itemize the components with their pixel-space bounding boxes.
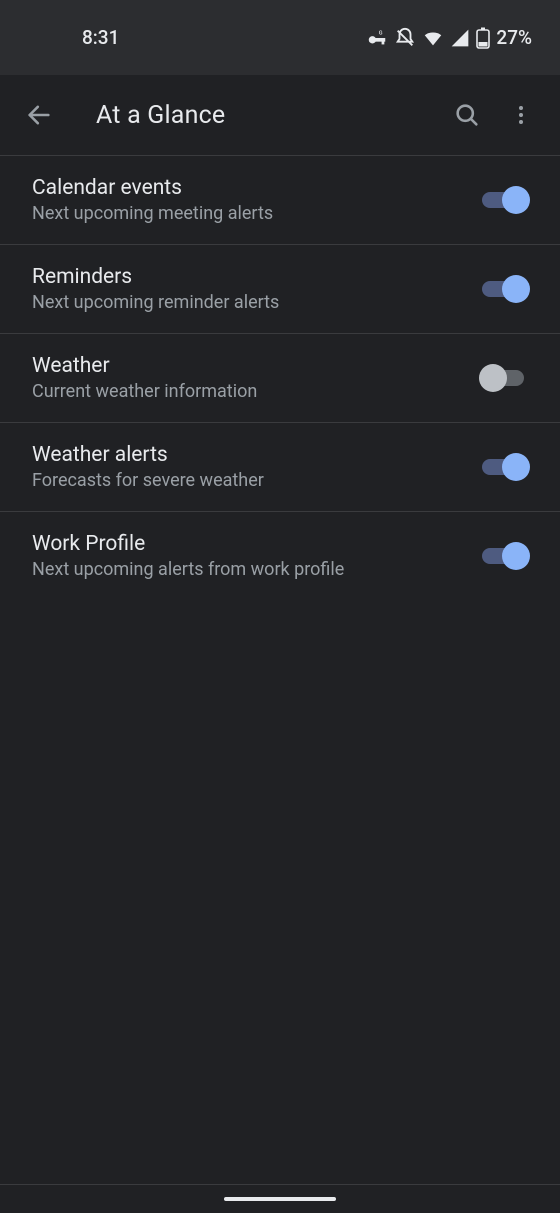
nav-handle-icon — [224, 1197, 336, 1201]
search-button[interactable] — [440, 88, 494, 142]
setting-subtitle: Forecasts for severe weather — [32, 470, 466, 491]
setting-row-weather[interactable]: Weather Current weather information — [0, 334, 560, 422]
app-bar: At a Glance — [0, 75, 560, 155]
switch-reminders[interactable] — [482, 275, 530, 303]
cell-signal-icon — [450, 28, 470, 48]
back-button[interactable] — [12, 88, 66, 142]
switch-calendar[interactable] — [482, 186, 530, 214]
setting-row-work-profile[interactable]: Work Profile Next upcoming alerts from w… — [0, 512, 560, 600]
setting-title: Reminders — [32, 265, 466, 289]
status-right: G 27% — [366, 26, 532, 49]
switch-weather-alerts[interactable] — [482, 453, 530, 481]
setting-title: Weather — [32, 354, 466, 378]
status-time: 8:31 — [82, 26, 119, 49]
wifi-icon — [422, 27, 444, 49]
setting-title: Weather alerts — [32, 443, 466, 467]
setting-text: Reminders Next upcoming reminder alerts — [32, 265, 482, 313]
setting-text: Weather alerts Forecasts for severe weat… — [32, 443, 482, 491]
svg-text:G: G — [379, 30, 383, 36]
vpn-key-icon: G — [366, 27, 388, 49]
setting-subtitle: Current weather information — [32, 381, 466, 402]
switch-weather[interactable] — [482, 364, 530, 392]
setting-row-reminders[interactable]: Reminders Next upcoming reminder alerts — [0, 245, 560, 333]
overflow-menu-button[interactable] — [494, 88, 548, 142]
status-bar: 8:31 G 27% — [0, 0, 560, 75]
setting-subtitle: Next upcoming reminder alerts — [32, 292, 466, 313]
nav-bar[interactable] — [0, 1185, 560, 1213]
setting-row-weather-alerts[interactable]: Weather alerts Forecasts for severe weat… — [0, 423, 560, 511]
setting-subtitle: Next upcoming alerts from work profile — [32, 559, 466, 580]
switch-work-profile[interactable] — [482, 542, 530, 570]
page-title: At a Glance — [96, 101, 440, 130]
arrow-back-icon — [25, 101, 53, 129]
setting-row-calendar[interactable]: Calendar events Next upcoming meeting al… — [0, 156, 560, 244]
setting-title: Work Profile — [32, 532, 466, 556]
dnd-off-icon — [394, 27, 416, 49]
search-icon — [453, 101, 481, 129]
setting-text: Calendar events Next upcoming meeting al… — [32, 176, 482, 224]
status-battery-pct: 27% — [496, 26, 532, 49]
setting-text: Weather Current weather information — [32, 354, 482, 402]
setting-title: Calendar events — [32, 176, 466, 200]
more-vert-icon — [509, 103, 533, 127]
battery-icon — [476, 27, 490, 49]
setting-text: Work Profile Next upcoming alerts from w… — [32, 532, 482, 580]
setting-subtitle: Next upcoming meeting alerts — [32, 203, 466, 224]
